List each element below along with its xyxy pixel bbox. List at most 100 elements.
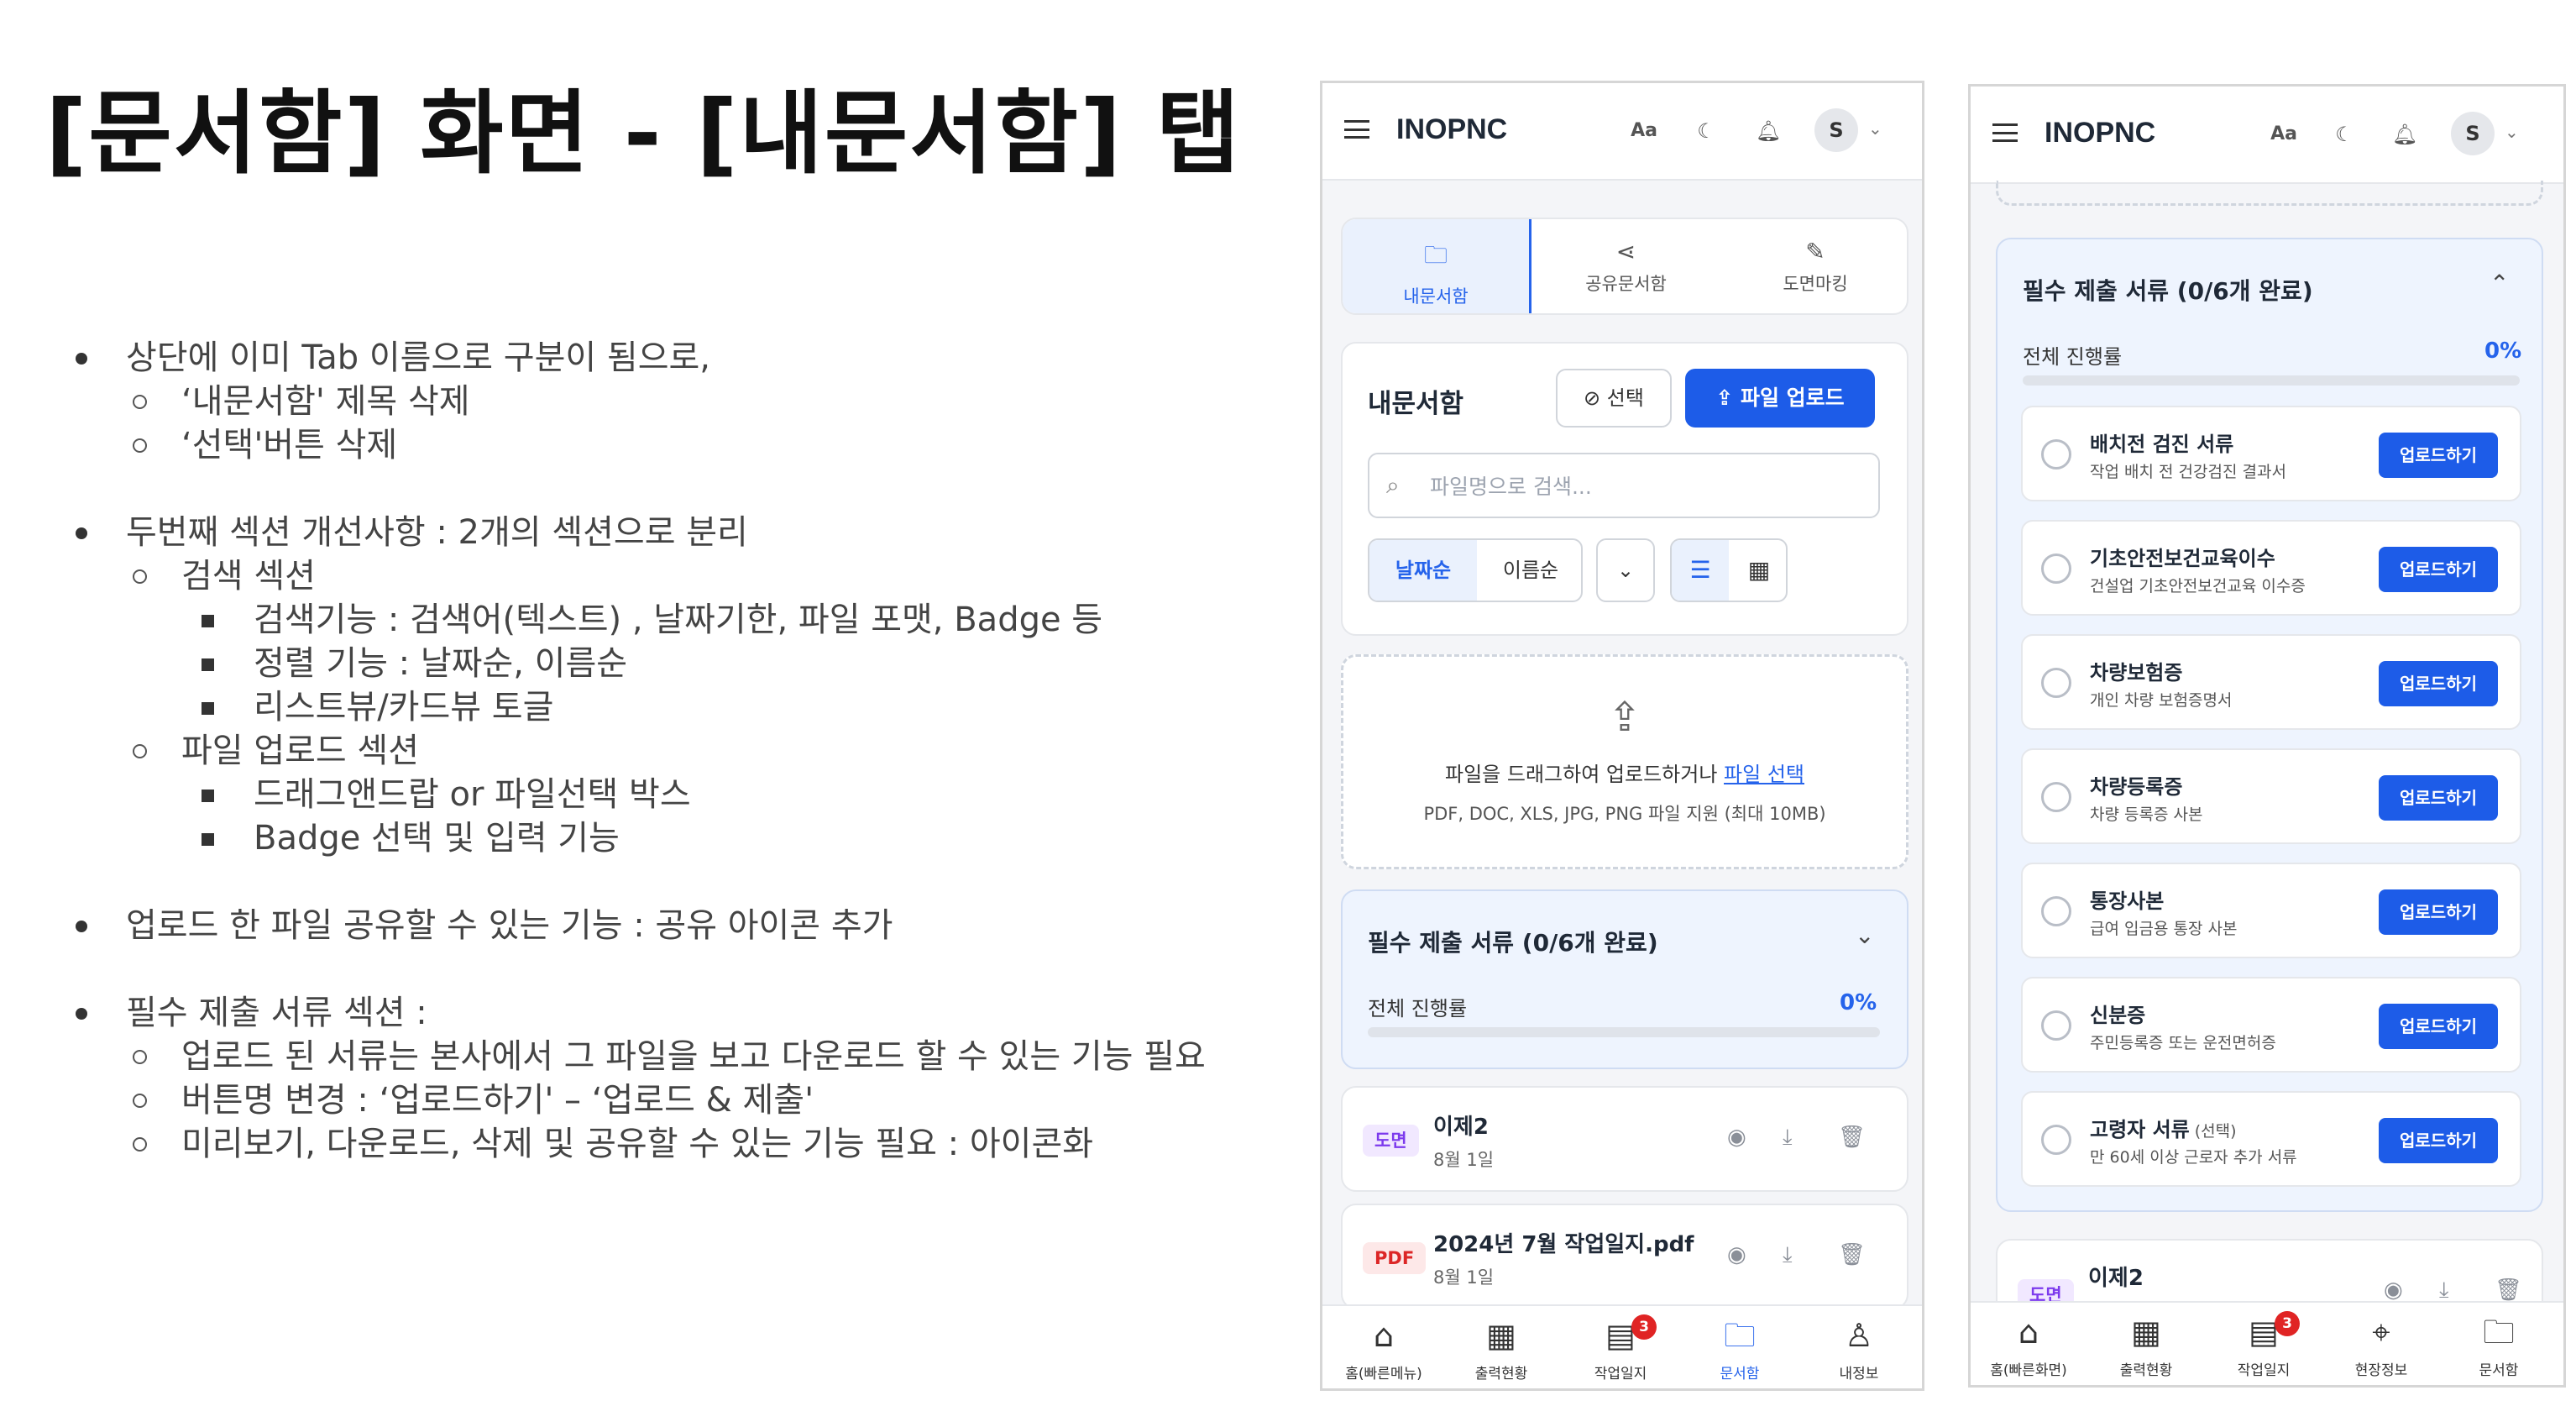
download-icon[interactable]: ⤓ [1783,1125,1793,1151]
chevron-down-icon[interactable]: ⌄ [1868,118,1882,139]
search-input[interactable] [1430,471,1850,501]
progress-bar [2023,375,2520,386]
nav-label: 내정보 [1839,1366,1879,1382]
document-title: 배치전 검진 서류 [2090,433,2234,456]
trash-icon[interactable]: 🗑︎ [1838,1125,1866,1150]
nav-label: 문서함 [1720,1366,1760,1382]
upload-button[interactable]: 업로드하기 [2379,775,2498,821]
upload-button[interactable]: 업로드하기 [2379,889,2498,935]
nav-attendance[interactable]: ▦ 출력현황 [1455,1314,1547,1382]
sort-dropdown[interactable]: ⌄ [1596,538,1655,602]
chevron-up-icon[interactable]: ⌃ [2490,270,2509,297]
upload-button[interactable]: 업로드하기 [2379,547,2498,592]
status-radio[interactable] [2041,782,2071,812]
moon-icon[interactable]: ☾ [2330,120,2359,149]
dropzone-message: 파일을 드래그하여 업로드하거나 [1445,763,1725,786]
menu-icon[interactable] [1992,123,2018,142]
required-document-item: 기초안전보건교육이수 건설업 기초안전보건교육 이수증 업로드하기 [2021,520,2521,616]
chevron-down-icon[interactable]: ⌄ [1855,921,1874,949]
grid-view-icon[interactable]: ▦ [1730,540,1786,601]
trash-icon[interactable]: 🗑︎ [2495,1277,2522,1303]
tab-drawing-marking[interactable]: ✎ 도면마킹 [1720,219,1907,313]
tab-label: 공유문서함 [1585,274,1667,294]
note-item: 미리보기, 다운로드, 삭제 및 공유할 수 있는 기능 필요 : 아이콘화 [71,1122,1280,1166]
font-size-icon[interactable]: Aa [2270,120,2298,149]
tab-label: 도면마킹 [1783,274,1848,294]
tab-shared-documents[interactable]: ⋖ 공유문서함 [1531,219,1720,313]
user-icon: ♙ [1844,1317,1874,1354]
eye-icon[interactable]: ◉ [1727,1242,1746,1267]
upload-button[interactable]: 업로드하기 [2379,1118,2498,1163]
avatar[interactable]: S [2451,112,2495,155]
eye-icon[interactable]: ◉ [2384,1277,2403,1303]
file-date: 8월 1일 [1433,1267,1495,1288]
chevron-down-icon[interactable]: ⌄ [2505,122,2519,142]
nav-label: 출력현황 [2119,1362,2173,1379]
nav-home[interactable]: ⌂ 홈(빠른메뉴) [1338,1314,1430,1382]
nav-site-info[interactable]: ⌖ 현장정보 [2335,1311,2427,1379]
map-pin-icon: ⌖ [2372,1314,2390,1351]
file-dropzone[interactable]: ⇪ 파일을 드래그하여 업로드하거나 파일 선택 PDF, DOC, XLS, … [1341,654,1908,869]
nav-label: 작업일지 [1594,1366,1647,1382]
status-radio[interactable] [2041,553,2071,584]
note-item: 필수 제출 서류 섹션 : [71,991,1280,1035]
nav-label: 홈(빠른화면) [1990,1362,2067,1379]
required-document-item: 고령자 서류 (선택) 만 60세 이상 근로자 추가 서류 업로드하기 [2021,1091,2521,1187]
nav-label: 출력현황 [1474,1366,1528,1382]
status-radio[interactable] [2041,896,2071,926]
list-view-icon[interactable]: ☰ [1672,540,1729,601]
slide-title: [문서함] 화면 - [내문서함] 탭 [45,81,1242,186]
upload-button[interactable]: 업로드하기 [2379,661,2498,706]
share-icon: ⋖ [1615,238,1636,265]
upload-button[interactable]: 업로드하기 [2379,1004,2498,1049]
calendar-icon: ▦ [1486,1317,1516,1354]
view-toggle: ☰ ▦ [1670,538,1788,602]
note-item: Badge 선택 및 입력 기능 [71,816,1280,860]
nav-worklog[interactable]: ▤ 작업일지 3 [1574,1314,1667,1382]
tab-my-documents[interactable]: 🗀︎ 내문서함 [1343,219,1531,313]
required-documents-section[interactable]: 필수 제출 서류 (0/6개 완료) ⌄ 전체 진행률 0% [1341,889,1908,1069]
file-upload-button[interactable]: ⇪ 파일 업로드 [1685,369,1875,428]
nav-attendance[interactable]: ▦ 출력현황 [2100,1311,2192,1379]
download-icon[interactable]: ⤓ [1783,1242,1793,1268]
moon-icon[interactable]: ☾ [1692,117,1720,145]
home-icon: ⌂ [2018,1314,2039,1351]
status-radio[interactable] [2041,439,2071,470]
upload-button[interactable]: 업로드하기 [2379,433,2498,478]
nav-documents[interactable]: 🗀︎ 문서함 [2453,1311,2545,1379]
note-item: ‘내문서함' 제목 삭제 [71,380,1280,423]
trash-icon[interactable]: 🗑︎ [1838,1242,1866,1267]
sort-by-date-button[interactable]: 날짜순 [1369,540,1477,601]
nav-my-info[interactable]: ♙ 내정보 [1813,1314,1905,1382]
note-item: 파일 업로드 섹션 [71,729,1280,773]
note-item: 업로드 된 서류는 본사에서 그 파일을 보고 다운로드 할 수 있는 기능 필… [71,1035,1280,1078]
dropzone-edge [1996,181,2543,206]
document-title: 신분증 [2090,1004,2146,1027]
progress-value: 0% [1840,990,1877,1015]
status-radio[interactable] [2041,1125,2071,1155]
bell-icon[interactable]: 🔔︎ [1754,117,1783,145]
note-item: 검색기능 : 검색어(텍스트) , 날짜기한, 파일 포맷, Badge 등 [71,598,1280,642]
note-item: 정렬 기능 : 날짜순, 이름순 [71,642,1280,685]
file-row[interactable]: PDF 2024년 7월 작업일지.pdf 8월 1일 ◉ ⤓ 🗑︎ [1341,1204,1908,1309]
note-item: 두번째 섹션 개선사항 : 2개의 섹션으로 분리 [71,511,1280,554]
select-button[interactable]: ⊘ 선택 [1556,369,1672,428]
font-size-icon[interactable]: Aa [1630,117,1658,145]
eye-icon[interactable]: ◉ [1727,1125,1746,1150]
menu-icon[interactable] [1344,120,1369,139]
download-icon[interactable]: ⤓ [2439,1277,2449,1304]
nav-label: 홈(빠른메뉴) [1345,1366,1422,1382]
sort-by-name-button[interactable]: 이름순 [1477,540,1581,601]
nav-worklog[interactable]: ▤ 작업일지 3 [2217,1311,2310,1379]
nav-home[interactable]: ⌂ 홈(빠른화면) [1982,1311,2075,1379]
file-select-link[interactable]: 파일 선택 [1724,763,1804,786]
status-radio[interactable] [2041,1010,2071,1041]
required-document-item: 신분증 주민등록증 또는 운전면허증 업로드하기 [2021,977,2521,1073]
required-document-item: 통장사본 급여 입금용 통장 사본 업로드하기 [2021,863,2521,958]
file-row[interactable]: 도면 이제2 8월 1일 ◉ ⤓ 🗑︎ [1341,1086,1908,1192]
avatar[interactable]: S [1814,108,1858,152]
nav-documents[interactable]: 🗀︎ 문서함 [1694,1314,1786,1382]
document-tabs: 🗀︎ 내문서함 ⋖ 공유문서함 ✎ 도면마킹 [1341,218,1908,315]
bell-icon[interactable]: 🔔︎ [2390,120,2419,149]
status-radio[interactable] [2041,668,2071,698]
